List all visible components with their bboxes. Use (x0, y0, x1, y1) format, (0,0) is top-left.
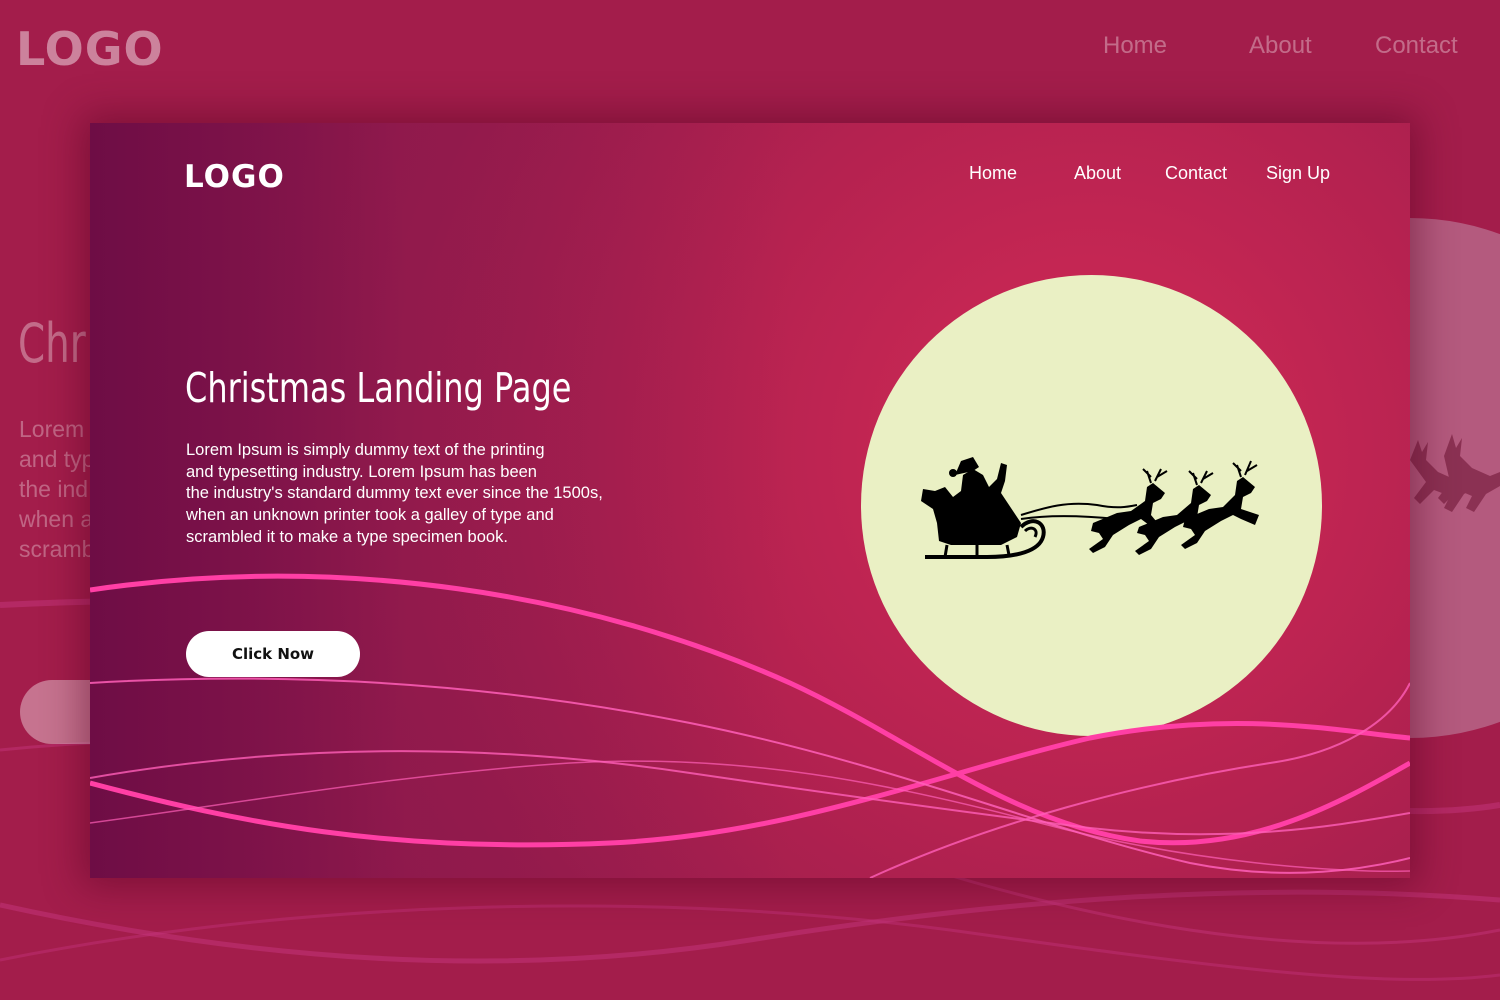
background-nav: Home About Contact (0, 32, 1500, 62)
click-now-button[interactable]: Click Now (186, 631, 360, 677)
nav-contact[interactable]: Contact (1165, 163, 1227, 184)
nav-about[interactable]: About (1074, 163, 1121, 184)
santa-sleigh-reindeer-icon (921, 457, 1259, 559)
hero-description: Lorem Ipsum is simply dummy text of the … (186, 441, 603, 546)
landing-page-card: LOGO Home About Contact Sign Up Christma… (90, 123, 1410, 878)
nav-sign-up[interactable]: Sign Up (1266, 163, 1330, 184)
nav-home[interactable]: Home (969, 163, 1017, 184)
hero-title: Christmas Landing Page (185, 364, 572, 412)
main-nav: Home About Contact Sign Up (90, 163, 1410, 187)
background-title: Chr (18, 312, 86, 375)
background-nav-home: Home (1103, 32, 1168, 59)
background-reindeer-icon (1410, 434, 1500, 512)
background-nav-about: About (1249, 32, 1312, 59)
background-nav-contact: Contact (1375, 32, 1458, 59)
